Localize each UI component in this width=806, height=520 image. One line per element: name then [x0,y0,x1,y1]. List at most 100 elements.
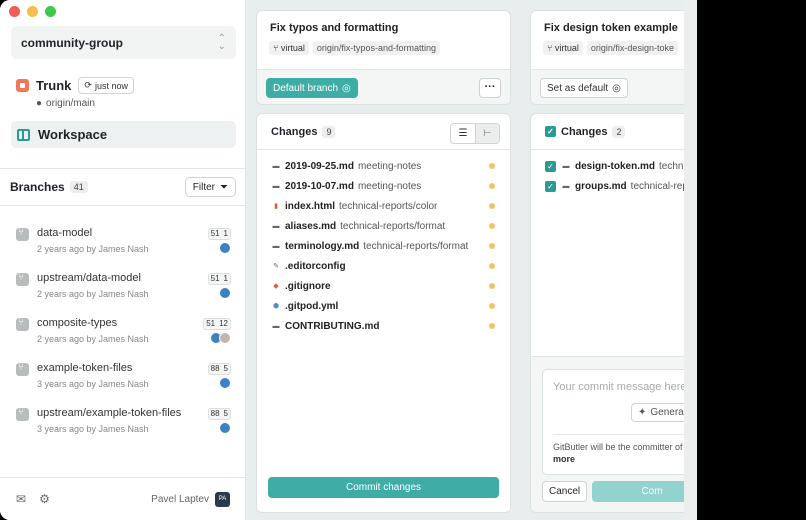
changes-panel: ✓ Changes 2 ✓ ▬ design-token.md techni ✓ ▬ gr… [530,113,697,513]
branch-item[interactable]: upstream/example-token-files 3 years ago… [0,404,246,449]
lane-tags: ⑂ virtual origin/fix-design-toke [543,41,678,55]
workspace-item[interactable]: Workspace [11,121,236,148]
list-view-icon[interactable]: ☰ [451,124,475,143]
branch-name: upstream/example-token-files [37,407,182,419]
branches-title: Branches [10,180,65,194]
project-selector[interactable]: community-group ⌃ ⌄ [11,26,236,59]
trunk-icon [16,79,29,92]
mail-icon[interactable]: ✉ [16,492,26,506]
trunk-time-text: just now [94,80,128,91]
branch-item[interactable]: composite-types 2 years ago by James Nas… [0,314,246,359]
md-icon: ▬ [272,162,280,170]
branch-icon [16,227,29,241]
branch-item[interactable]: data-model 2 years ago by James Nash 511 [0,224,246,269]
virtual-tag-label: virtual [280,43,305,53]
commit-button[interactable]: Com [592,481,697,502]
file-item[interactable]: ⬢ .gitpod.yml [271,296,499,316]
file-item[interactable]: ✓ ▬ design-token.md techni [545,156,697,176]
lane-actions: Default branch ◎ ··· [257,69,510,104]
minimize-window-button[interactable] [27,6,38,17]
changes-title: Changes [561,125,608,138]
target-icon: ◎ [612,82,621,94]
github-icon: ● [36,98,43,109]
branch-icon [16,407,29,421]
close-window-button[interactable] [9,6,20,17]
default-branch-button[interactable]: Default branch ◎ [266,78,358,98]
project-name: community-group [21,35,123,50]
file-item[interactable]: ▮ index.html technical-reports/color [271,196,499,216]
ahead-count: 51 [210,229,220,238]
commit-changes-button[interactable]: Commit changes [268,477,499,498]
cancel-button[interactable]: Cancel [542,481,588,502]
file-item[interactable]: ▬ terminology.md technical-reports/format [271,236,499,256]
changes-title-wrap: ✓ Changes 2 [545,125,626,138]
app-window: community-group ⌃ ⌄ Trunk ⟳ just now ● or… [0,0,697,520]
ahead-count: 51 [206,319,216,328]
file-item[interactable]: ▬ 2019-09-25.md meeting-notes [271,156,499,176]
file-list: ▬ 2019-09-25.md meeting-notes ▬ 2019-10-07.… [271,156,499,336]
commit-message-box[interactable]: Your commit message here ✦ Genera GitBut… [542,369,697,475]
behind-count: 1 [223,229,228,238]
select-all-checkbox[interactable]: ✓ [545,126,556,137]
lane-title[interactable]: Fix typos and formatting [270,22,398,34]
set-as-default-button[interactable]: Set as default ◎ [540,78,628,98]
branch-name: composite-types [37,317,118,329]
generate-message-button[interactable]: ✦ Genera [631,403,691,422]
branch-item[interactable]: upstream/data-model 2 years ago by James… [0,269,246,314]
chevron-updown-icon: ⌃ ⌄ [217,32,226,52]
trunk-item[interactable]: Trunk ⟳ just now [16,77,134,94]
more-link[interactable]: more [553,454,575,464]
gear-icon[interactable]: ⚙ [39,492,50,506]
changes-panel: Changes 9 ☰ ⊢ ▬ 2019-09-25.md meeting-note… [256,113,511,513]
branch-name: example-token-files [37,362,133,374]
branch-item[interactable]: example-token-files 3 years ago by James… [0,359,246,404]
more-options-button[interactable]: ··· [479,78,501,98]
changes-count: 2 [612,125,626,138]
md-icon: ▬ [272,222,280,230]
file-item[interactable]: ▬ 2019-10-07.md meeting-notes [271,176,499,196]
filter-button[interactable]: Filter ⏷ [184,177,236,197]
file-item[interactable]: ▬ CONTRIBUTING.md [271,316,499,336]
lane-tags: ⑂ virtual origin/fix-typos-and-formattin… [269,41,440,55]
file-name: groups.md [575,180,627,192]
file-item[interactable]: ◆ .gitignore [271,276,499,296]
gitpod-icon: ⬢ [272,303,280,310]
user-avatar[interactable]: PA [215,491,230,507]
changes-header: Changes 9 ☰ ⊢ [257,114,510,150]
file-item[interactable]: ✓ ▬ groups.md technical-rep [545,176,697,196]
file-checkbox[interactable]: ✓ [545,180,556,192]
changes-count: 9 [322,125,336,138]
branch-list[interactable]: data-model 2 years ago by James Nash 511… [0,207,246,477]
file-checkbox[interactable]: ✓ [545,160,556,172]
set-as-default-label: Set as default [547,82,609,94]
avatar [219,422,231,434]
modified-dot [489,283,495,289]
branch-icon [16,362,29,376]
file-name: terminology.md [285,240,360,252]
md-icon: ▬ [272,182,280,190]
html-icon: ▮ [274,203,278,210]
lane-title[interactable]: Fix design token example [544,22,678,34]
window-edge [684,0,697,520]
branch-glyph-icon: ⑂ [547,43,555,53]
file-item[interactable]: ✎ .editorconfig [271,256,499,276]
commit-area: Your commit message here ✦ Genera GitBut… [531,356,697,512]
modified-dot [489,263,495,269]
file-path: meeting-notes [357,160,422,172]
file-item[interactable]: ▬ aliases.md technical-reports/format [271,216,499,236]
changes-header: ✓ Changes 2 [531,114,697,150]
committer-note-text: GitButler will be the committer of [553,442,683,452]
file-name: index.html [285,200,336,212]
user-name[interactable]: Pavel Laptev [151,494,209,505]
branch-authors [210,332,231,344]
behind-count: 12 [219,319,228,328]
file-path: technical-reports/format [340,220,446,232]
branch-authors [219,287,231,299]
funnel-icon: ⏷ [220,181,228,193]
tree-view-icon[interactable]: ⊢ [475,124,499,143]
commit-message-input[interactable]: Your commit message here [553,381,687,393]
maximize-window-button[interactable] [45,6,56,17]
modified-dot [489,183,495,189]
trunk-time-badge: ⟳ just now [78,77,134,94]
git-icon: ◆ [273,283,279,290]
